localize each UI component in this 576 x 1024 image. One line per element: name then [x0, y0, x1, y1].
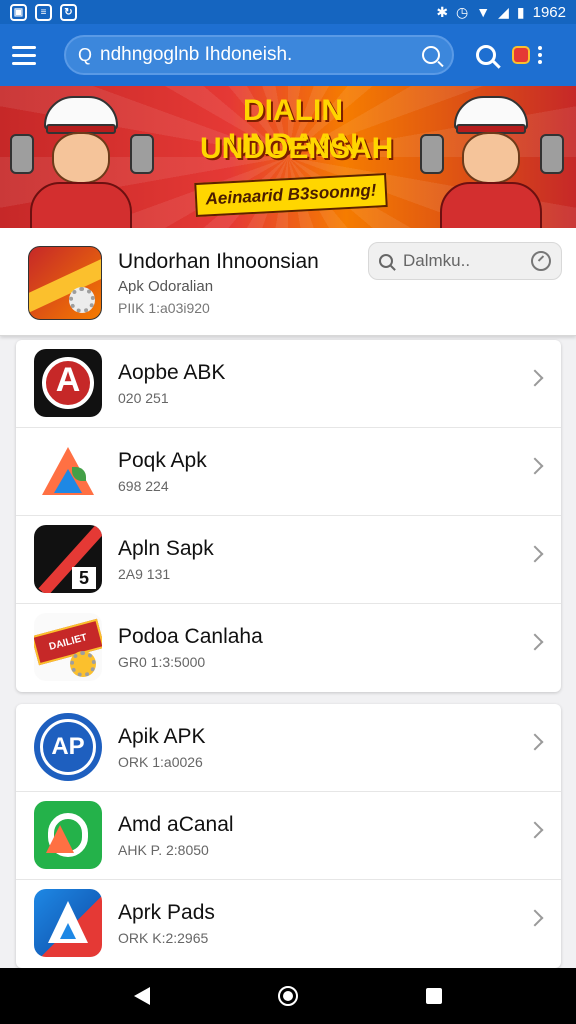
notes-icon: ≡ — [35, 3, 52, 21]
list-item[interactable]: DAILIET Podoa Canlaha GR0 1:3:5000 — [16, 604, 561, 692]
app-name: Poqk Apk — [118, 449, 207, 472]
red-badge-gear-icon: DAILIET — [34, 613, 102, 681]
red-slash-icon: 5 — [34, 525, 102, 593]
recent-apps-icon[interactable] — [426, 988, 442, 1004]
list-item[interactable]: 5 Apln Sapk 2A9 131 — [16, 516, 561, 604]
search-icon[interactable] — [476, 45, 496, 65]
app-name: Apln Sapk — [118, 537, 214, 560]
more-vert-icon[interactable] — [538, 46, 542, 64]
signal-icon: ◢ — [498, 3, 509, 20]
bluetooth-icon: ✱ — [436, 3, 449, 20]
blue-a-icon — [34, 889, 102, 957]
chevron-right-icon — [526, 909, 544, 927]
app-meta: AHK P. 2:8050 — [118, 842, 209, 858]
promo-banner[interactable]: DIALIN UNDAAN UNDOENSAH Aeinaarid B3soon… — [0, 86, 576, 228]
colorful-triangle-icon — [34, 437, 102, 505]
app-name: Amd aCanal — [118, 813, 234, 836]
app-list-secondary: AP Apik APK ORK 1:a0026 Amd aCanal AHK P… — [16, 704, 561, 968]
flag-icon[interactable] — [514, 48, 528, 62]
ap-circle-icon: AP — [34, 713, 102, 781]
wifi-icon: ▼ — [476, 4, 491, 20]
app-meta: ORK K:2:2965 — [118, 930, 209, 946]
image-icon: ▣ — [10, 3, 27, 21]
clock-icon[interactable] — [531, 251, 551, 271]
chevron-right-icon — [526, 821, 544, 839]
list-item[interactable]: Poqk Apk 698 224 — [16, 428, 561, 516]
battery-icon: ▮ — [516, 3, 525, 20]
app-meta: 2A9 131 — [118, 566, 171, 582]
search-prefix-icon: Q — [78, 44, 93, 65]
status-time: 1962 — [532, 3, 566, 21]
home-icon[interactable] — [278, 986, 298, 1006]
system-nav-bar — [0, 968, 576, 1024]
banner-subtitle: UNDOENSAH — [200, 132, 394, 165]
mascot-illustration — [416, 90, 566, 228]
list-item[interactable]: Amd aCanal AHK P. 2:8050 — [16, 792, 561, 880]
app-name: Podoa Canlaha — [118, 625, 263, 648]
chevron-right-icon — [526, 733, 544, 751]
app-meta: 020 251 — [118, 390, 169, 406]
app-meta: 698 224 — [118, 478, 169, 494]
app-name: Apik APK — [118, 725, 206, 748]
app-list-primary: A Aopbe ABK 020 251 Poqk Apk 698 224 5 A… — [16, 340, 561, 692]
search-input[interactable]: Q ndhngoglnb Ihdoneish. — [64, 35, 454, 75]
back-icon[interactable] — [134, 987, 150, 1005]
menu-icon[interactable] — [12, 38, 46, 72]
search-query: ndhngoglnb Ihdoneish. — [100, 44, 293, 65]
chevron-right-icon — [526, 633, 544, 651]
featured-search-field[interactable]: Dalmku.. — [368, 242, 562, 280]
featured-app-card[interactable]: Undorhan Ihnoonsian Apk Odoralian PIIK 1… — [0, 228, 576, 336]
app-bar: Q ndhngoglnb Ihdoneish. — [0, 24, 576, 86]
mascot-illustration — [6, 90, 156, 228]
search-icon[interactable] — [422, 46, 440, 64]
alarm-icon: ◷ — [456, 3, 469, 20]
green-p-icon — [34, 801, 102, 869]
featured-app-icon — [28, 246, 102, 320]
list-item[interactable]: A Aopbe ABK 020 251 — [16, 340, 561, 428]
chevron-right-icon — [526, 545, 544, 563]
sync-icon: ↻ — [60, 3, 77, 21]
app-meta: GR0 1:3:5000 — [118, 654, 206, 670]
a-circle-icon: A — [34, 349, 102, 417]
chevron-right-icon — [526, 457, 544, 475]
featured-search-value: Dalmku.. — [403, 251, 471, 270]
app-name: Aopbe ABK — [118, 361, 226, 384]
app-meta: ORK 1:a0026 — [118, 754, 203, 770]
list-item[interactable]: AP Apik APK ORK 1:a0026 — [16, 704, 561, 792]
chevron-right-icon — [526, 369, 544, 387]
status-bar: ▣ ≡ ↻ ✱ ◷ ▼ ◢ ▮ 1962 — [0, 0, 576, 24]
featured-app-subtitle: Apk Odoralian — [118, 278, 214, 295]
search-icon — [379, 254, 393, 268]
app-name: Aprk Pads — [118, 901, 215, 924]
list-item[interactable]: Aprk Pads ORK K:2:2965 — [16, 880, 561, 968]
featured-app-meta: PIIK 1:a03i920 — [118, 300, 210, 316]
featured-app-name: Undorhan Ihnoonsian — [118, 250, 319, 273]
